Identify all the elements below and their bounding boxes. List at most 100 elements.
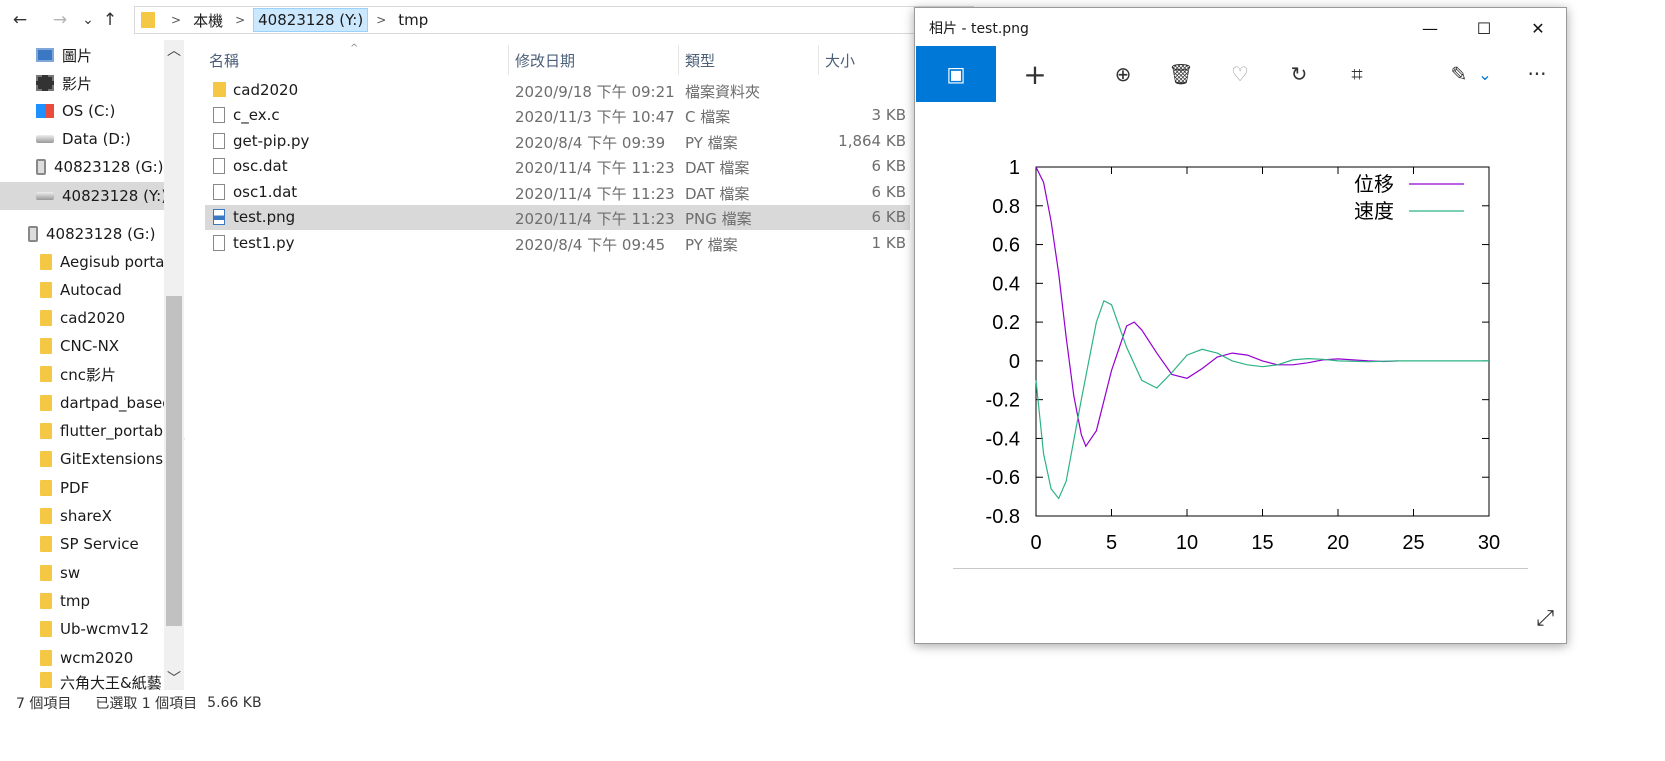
file-row[interactable]: test1.py 2020/8/4 下午 09:45 PY 檔案 1 KB (205, 231, 910, 256)
y-tick-label: -0.4 (986, 428, 1020, 450)
sidebar-item-label: wcm2020 (60, 649, 134, 667)
file-size: 1 KB (871, 234, 906, 252)
file-row-selected[interactable]: test.png 2020/11/4 下午 11:23 PNG 檔案 6 KB (205, 205, 910, 230)
drive-icon (36, 192, 54, 200)
file-name: c_ex.c (233, 106, 280, 124)
column-header-name[interactable]: 名稱 ^ (205, 43, 509, 75)
sidebar-item-label: 影片 (62, 74, 93, 93)
folder-icon (40, 480, 52, 496)
rotate-icon[interactable]: ↻ (1275, 46, 1323, 102)
file-type: DAT 檔案 (685, 159, 750, 177)
forward-arrow-icon[interactable]: → (48, 8, 72, 32)
scroll-down-icon[interactable]: ﹀ (164, 670, 184, 688)
y-tick-label: -0.8 (986, 506, 1020, 528)
folder-icon (141, 12, 155, 28)
zoom-in-icon[interactable]: ⊕ (1099, 46, 1147, 102)
column-header-date[interactable]: 修改日期 (511, 45, 679, 75)
plot-frame (1035, 166, 1490, 517)
sidebar-item-data-d[interactable]: Data (D:) (36, 125, 185, 153)
sort-ascending-icon: ^ (350, 43, 359, 54)
column-header-label: 名稱 (209, 51, 240, 70)
more-options-icon[interactable]: ··· (1513, 46, 1561, 102)
selection-size: 5.66 KB (207, 695, 262, 711)
sidebar-item-pictures[interactable]: 圖片 (36, 41, 185, 69)
status-bar: 7 個項目 已選取 1 個項目 5.66 KB (0, 690, 900, 716)
photos-window: 相片 - test.png — ☐ ✕ ▣ + ⊕ 🗑 ♡ ↻ ⌗ ✎ ⌄ ··… (914, 7, 1567, 644)
add-icon[interactable]: + (1011, 46, 1059, 102)
breadcrumb-drive-y[interactable]: 40823128 (Y:) (253, 8, 369, 32)
breadcrumb-this-pc[interactable]: 本機 (189, 8, 227, 33)
folder-icon (40, 282, 52, 298)
sidebar-item-label: 40823128 (G:) (46, 225, 156, 243)
maximize-icon[interactable]: ☐ (1461, 13, 1507, 43)
file-type: PNG 檔案 (685, 210, 752, 228)
sidebar-item-label: Ub-wcmv12 (60, 620, 150, 638)
file-size: 6 KB (871, 208, 906, 226)
sidebar-item-drive-g[interactable]: 40823128 (G:) (36, 153, 185, 181)
scroll-thumb[interactable] (166, 296, 182, 626)
favorite-icon[interactable]: ♡ (1216, 46, 1264, 102)
sidebar-item-os-c[interactable]: OS (C:) (36, 97, 185, 125)
y-tick-label: 0.6 (992, 235, 1020, 257)
sidebar-item-label: Autocad (60, 281, 122, 299)
expand-icon[interactable]: ⤢ (1536, 606, 1554, 631)
sidebar-item-label: 六角大王&紙藝 (60, 674, 162, 690)
image-file-icon (213, 209, 225, 225)
sidebar-item-label: OS (C:) (62, 102, 116, 120)
y-tick-label: 0.2 (992, 312, 1020, 334)
folder-icon (40, 650, 52, 666)
x-tick-label: 10 (1176, 532, 1198, 554)
sidebar-item-label: dartpad_based (60, 394, 172, 412)
address-bar[interactable]: > 本機 > 40823128 (Y:) > tmp (134, 6, 974, 34)
file-row[interactable]: c_ex.c 2020/11/3 下午 10:47 C 檔案 3 KB (205, 103, 910, 128)
breadcrumb-separator: > (235, 13, 246, 27)
file-row[interactable]: osc.dat 2020/11/4 下午 11:23 DAT 檔案 6 KB (205, 154, 910, 179)
sidebar-item-usb-g[interactable]: 40823128 (G:) (28, 220, 185, 248)
up-arrow-icon[interactable]: ↑ (98, 8, 122, 32)
view-image-icon[interactable]: ▣ (916, 46, 996, 102)
navigation-pane: 圖片 影片 OS (C:) Data (D:) 40823128 (G:) 40… (0, 40, 185, 690)
file-row[interactable]: get-pip.py 2020/8/4 下午 09:39 PY 檔案 1,864… (205, 129, 910, 154)
file-type: DAT 檔案 (685, 185, 750, 203)
item-count: 7 個項目 (16, 696, 72, 712)
delete-icon[interactable]: 🗑 (1157, 46, 1205, 102)
sidebar-scrollbar[interactable]: ︿ ﹀ (164, 40, 184, 690)
back-arrow-icon[interactable]: ← (8, 8, 32, 32)
file-name: osc.dat (233, 157, 288, 175)
file-date: 2020/11/4 下午 11:23 (515, 185, 675, 203)
folder-icon (40, 451, 52, 467)
photos-toolbar: ▣ + ⊕ 🗑 ♡ ↻ ⌗ ✎ ⌄ ··· (915, 46, 1568, 102)
column-header-type[interactable]: 類型 (681, 45, 819, 75)
file-row[interactable]: osc1.dat 2020/11/4 下午 11:23 DAT 檔案 6 KB (205, 180, 910, 205)
file-row[interactable]: cad2020 2020/9/18 下午 09:21 檔案資料夾 (205, 78, 910, 103)
sidebar-item-label: 40823128 (G:) (54, 158, 164, 176)
y-tick-label: -0.6 (986, 467, 1020, 489)
file-date: 2020/11/4 下午 11:23 (515, 210, 675, 228)
file-size: 6 KB (871, 157, 906, 175)
sidebar-item-label: shareX (60, 507, 112, 525)
sidebar-item-videos[interactable]: 影片 (36, 69, 185, 97)
y-tick-label: 1 (1009, 157, 1020, 179)
edit-menu-chevron-icon[interactable]: ⌄ (1461, 46, 1509, 102)
column-header-label: 類型 (685, 51, 716, 70)
y-tick-label: 0.4 (992, 273, 1020, 295)
minimize-icon[interactable]: — (1407, 13, 1453, 43)
breadcrumb-tmp[interactable]: tmp (394, 9, 432, 31)
line-chart: 0 5 10 15 20 25 30 1 0.8 0.6 0.4 0.2 0 -0.2 -0.4 -0.6 -0… (986, 157, 1501, 554)
x-tick-label: 25 (1402, 532, 1424, 554)
close-icon[interactable]: ✕ (1515, 13, 1561, 43)
x-tick-label: 0 (1030, 532, 1041, 554)
file-type: PY 檔案 (685, 236, 738, 254)
sidebar-item-label: SP Service (60, 535, 139, 553)
folder-icon (40, 395, 52, 411)
image-canvas: 0 5 10 15 20 25 30 1 0.8 0.6 0.4 0.2 0 -0.2 -0.4 -0.6 -0… (915, 102, 1568, 645)
recent-locations-chevron-icon[interactable]: ⌄ (76, 8, 100, 32)
folder-icon (40, 310, 52, 326)
column-header-size[interactable]: 大小 (821, 45, 915, 75)
scroll-up-icon[interactable]: ︿ (164, 42, 184, 60)
sidebar-item-drive-y[interactable]: 40823128 (Y:) (0, 182, 165, 210)
file-icon (213, 235, 225, 251)
folder-icon (40, 423, 52, 439)
crop-icon[interactable]: ⌗ (1333, 46, 1381, 102)
sidebar-item-label: cad2020 (60, 309, 126, 327)
